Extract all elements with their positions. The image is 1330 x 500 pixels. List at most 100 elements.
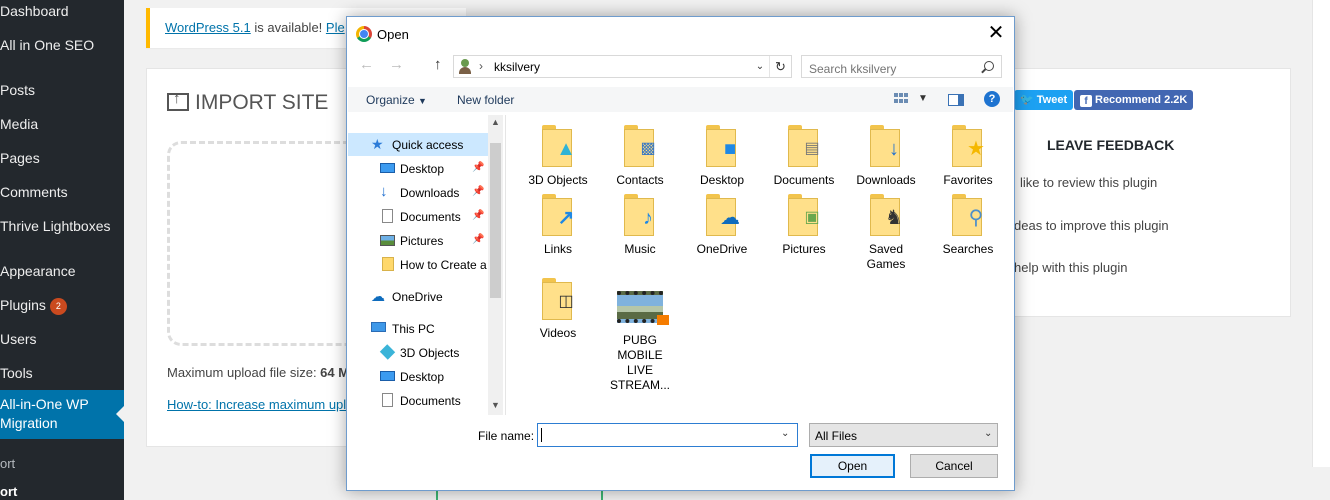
submenu-item-import[interactable]: ort xyxy=(0,484,17,499)
search-icon xyxy=(984,61,994,71)
tweet-button[interactable]: 🐦 Tweet xyxy=(1014,90,1074,110)
link-arrow-icon: ↗ xyxy=(557,207,575,229)
onedrive-cloud-icon: ☁ xyxy=(371,288,385,304)
folder-icon: ♪ xyxy=(620,194,660,236)
sidebar-item-plugins[interactable]: Plugins 2 xyxy=(0,297,67,315)
max-upload-size-text: Maximum upload file size: 64 M xyxy=(167,365,349,380)
sidebar-item-thrive-lightboxes[interactable]: Thrive Lightboxes xyxy=(0,218,111,234)
file-item-links[interactable]: ↗ Links xyxy=(518,194,598,257)
submenu-item-export[interactable]: ort xyxy=(0,456,15,471)
file-type-select[interactable]: All Files ⌄ xyxy=(809,423,998,447)
chevron-down-icon[interactable]: ⌄ xyxy=(781,428,789,439)
sidebar-item-all-in-one-seo[interactable]: All in One SEO xyxy=(0,37,94,53)
file-item-pubg-video[interactable]: PUBG MOBILE LIVE STREAM... xyxy=(600,287,680,393)
nav-item-onedrive[interactable]: ☁ OneDrive xyxy=(348,285,488,308)
up-arrow-icon[interactable]: ↑ xyxy=(434,54,442,76)
file-item-favorites[interactable]: ★ Favorites xyxy=(928,125,1008,188)
document-icon: ▤ xyxy=(804,140,820,157)
file-item-desktop[interactable]: ■ Desktop xyxy=(682,125,762,188)
file-item-label: Favorites xyxy=(943,173,993,187)
file-item-contacts[interactable]: ▩ Contacts xyxy=(600,125,680,188)
chevron-down-icon[interactable]: ⌄ xyxy=(752,56,768,77)
chevron-right-icon[interactable]: › xyxy=(479,59,483,73)
sidebar-item-posts[interactable]: Posts xyxy=(0,82,35,98)
file-item-pictures[interactable]: ▣ Pictures xyxy=(764,194,844,257)
dialog-titlebar[interactable]: Open ✕ xyxy=(347,17,1014,50)
nav-item-3d-objects[interactable]: 3D Objects xyxy=(348,341,488,364)
caret-down-icon[interactable]: ▼ xyxy=(918,93,928,104)
star-icon: ★ xyxy=(371,136,384,152)
folder-icon: ☁ xyxy=(702,194,742,236)
refresh-icon[interactable]: ↻ xyxy=(769,56,791,77)
folder-icon: ▣ xyxy=(784,194,824,236)
scroll-up-icon[interactable]: ▲ xyxy=(488,115,503,130)
preview-pane-icon[interactable] xyxy=(948,94,964,106)
increase-upload-size-link[interactable]: How-to: Increase maximum upl xyxy=(167,397,346,412)
scroll-down-icon[interactable]: ▼ xyxy=(488,398,503,413)
back-arrow-icon[interactable]: ← xyxy=(359,54,374,76)
nav-item-label: Documents xyxy=(400,394,461,408)
file-item-onedrive[interactable]: ☁ OneDrive xyxy=(682,194,762,257)
file-item-documents[interactable]: ▤ Documents xyxy=(764,125,844,188)
organize-button[interactable]: Organize ▼ xyxy=(366,93,427,107)
wordpress-update-link[interactable]: WordPress 5.1 xyxy=(165,20,251,35)
facebook-recommend-button[interactable]: f Recommend 2.2K xyxy=(1074,90,1194,110)
folder-icon: ▤ xyxy=(784,125,824,167)
nav-item-desktop[interactable]: Desktop xyxy=(348,365,488,388)
nav-item-quick-access[interactable]: ★ Quick access xyxy=(348,133,488,156)
sidebar-item-comments[interactable]: Comments xyxy=(0,184,68,200)
nav-item-how-to-create[interactable]: How to Create a xyxy=(348,253,488,276)
address-bar[interactable]: › kksilvery ⌄ ↻ xyxy=(453,55,792,78)
sidebar-item-users[interactable]: Users xyxy=(0,331,37,347)
desktop-icon: ■ xyxy=(723,138,737,160)
sidebar-item-pages[interactable]: Pages xyxy=(0,150,40,166)
view-options-icon[interactable] xyxy=(894,93,908,105)
documents-icon xyxy=(382,393,393,407)
file-item-downloads[interactable]: ↓ Downloads xyxy=(846,125,926,188)
forward-arrow-icon[interactable]: → xyxy=(389,54,404,76)
text-caret xyxy=(541,428,542,442)
sidebar-item-dashboard[interactable]: Dashboard xyxy=(0,3,69,19)
nav-item-documents[interactable]: Documents xyxy=(348,389,488,412)
open-file-dialog: Open ✕ ← → ↑ › kksilvery ⌄ ↻ Organize ▼ … xyxy=(346,16,1015,491)
file-item-label: Music xyxy=(624,242,656,256)
feedback-option-review[interactable]: like to review this plugin xyxy=(1020,175,1157,190)
nav-item-desktop[interactable]: Desktop 📌 xyxy=(348,157,488,180)
file-item-saved-games[interactable]: ♞ Saved Games xyxy=(846,194,926,272)
feedback-option-help[interactable]: help with this plugin xyxy=(1014,260,1127,275)
page-title: IMPORT SITE xyxy=(167,90,328,115)
search-input[interactable] xyxy=(801,55,1002,78)
sidebar-item-media[interactable]: Media xyxy=(0,116,38,132)
folder-icon: ★ xyxy=(948,125,988,167)
current-menu-arrow xyxy=(116,406,124,422)
nav-item-downloads[interactable]: ↓ Downloads 📌 xyxy=(348,181,488,204)
sidebar-item-all-in-one-wp-migration[interactable]: All-in-One WP Migration xyxy=(0,390,124,439)
twitter-bird-icon: 🐦 xyxy=(1020,94,1037,106)
file-item-music[interactable]: ♪ Music xyxy=(600,194,680,257)
close-button[interactable]: ✕ xyxy=(979,19,1013,49)
cancel-button[interactable]: Cancel xyxy=(910,454,998,478)
feedback-option-ideas[interactable]: deas to improve this plugin xyxy=(1014,218,1169,233)
file-name-input[interactable] xyxy=(537,423,798,447)
sidebar-item-tools[interactable]: Tools xyxy=(0,365,33,381)
file-item-videos[interactable]: ◫ Videos xyxy=(518,278,598,341)
upload-icon xyxy=(167,90,189,111)
pin-icon: 📌 xyxy=(472,162,485,173)
cloud-icon: ☁ xyxy=(720,207,740,229)
sidebar-item-appearance[interactable]: Appearance xyxy=(0,263,76,279)
file-item-searches[interactable]: ⚲ Searches xyxy=(928,194,1008,257)
breadcrumb[interactable]: kksilvery xyxy=(494,60,540,74)
help-icon[interactable]: ? xyxy=(984,91,1000,107)
file-item-label: Pictures xyxy=(782,242,826,256)
please-update-link[interactable]: Ple xyxy=(326,20,345,35)
nav-scrollbar[interactable]: ▲ ▼ xyxy=(488,115,503,415)
scrollbar-thumb[interactable] xyxy=(490,143,501,298)
new-folder-button[interactable]: New folder xyxy=(457,93,514,107)
nav-item-label: Desktop xyxy=(400,162,445,176)
file-item-3d-objects[interactable]: ▲ 3D Objects xyxy=(518,125,598,188)
nav-item-documents[interactable]: Documents 📌 xyxy=(348,205,488,228)
open-button[interactable]: Open xyxy=(810,454,895,478)
nav-item-this-pc[interactable]: This PC xyxy=(348,317,488,340)
nav-item-label: 3D Objects xyxy=(400,346,460,360)
nav-item-pictures[interactable]: Pictures 📌 xyxy=(348,229,488,252)
